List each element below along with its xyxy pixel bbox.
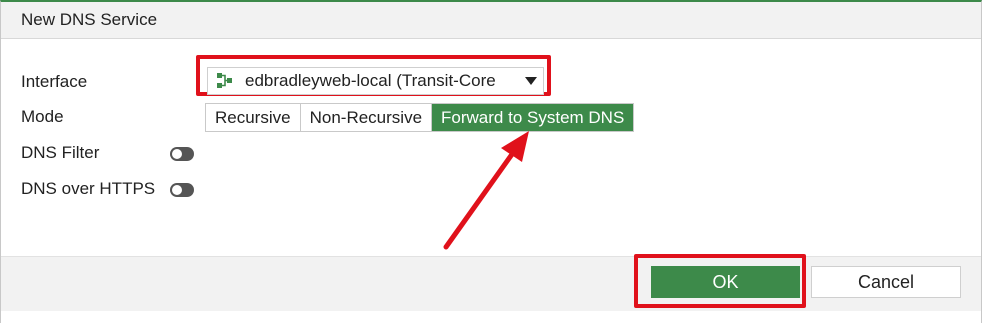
toggle-knob — [172, 185, 182, 195]
dns-filter-toggle[interactable] — [170, 147, 194, 161]
interface-value: edbradleyweb-local (Transit-Core — [245, 71, 496, 90]
new-dns-service-dialog: New DNS Service Interface edbradleyweb-l… — [0, 0, 982, 323]
dialog-title: New DNS Service — [21, 10, 158, 29]
mode-option-non-recursive[interactable]: Non-Recursive — [300, 104, 433, 131]
dns-filter-label: DNS Filter — [21, 143, 100, 162]
toggle-knob — [172, 149, 182, 159]
cancel-button[interactable]: Cancel — [811, 266, 961, 298]
mode-option-recursive[interactable]: Recursive — [206, 104, 301, 131]
interface-label: Interface — [21, 72, 88, 91]
network-interface-icon — [215, 71, 235, 91]
interface-select[interactable]: edbradleyweb-local (Transit-Core — [207, 67, 544, 95]
dns-over-https-label: DNS over HTTPS — [21, 179, 156, 198]
mode-label: Mode — [21, 107, 64, 126]
ok-button[interactable]: OK — [651, 266, 800, 298]
mode-option-forward-to-system-dns[interactable]: Forward to System DNS — [432, 104, 634, 131]
dialog-title-bar: New DNS Service — [1, 2, 981, 39]
dns-over-https-toggle[interactable] — [170, 183, 194, 197]
chevron-down-icon[interactable] — [525, 77, 537, 85]
mode-selector: Recursive Non-Recursive Forward to Syste… — [205, 103, 635, 132]
